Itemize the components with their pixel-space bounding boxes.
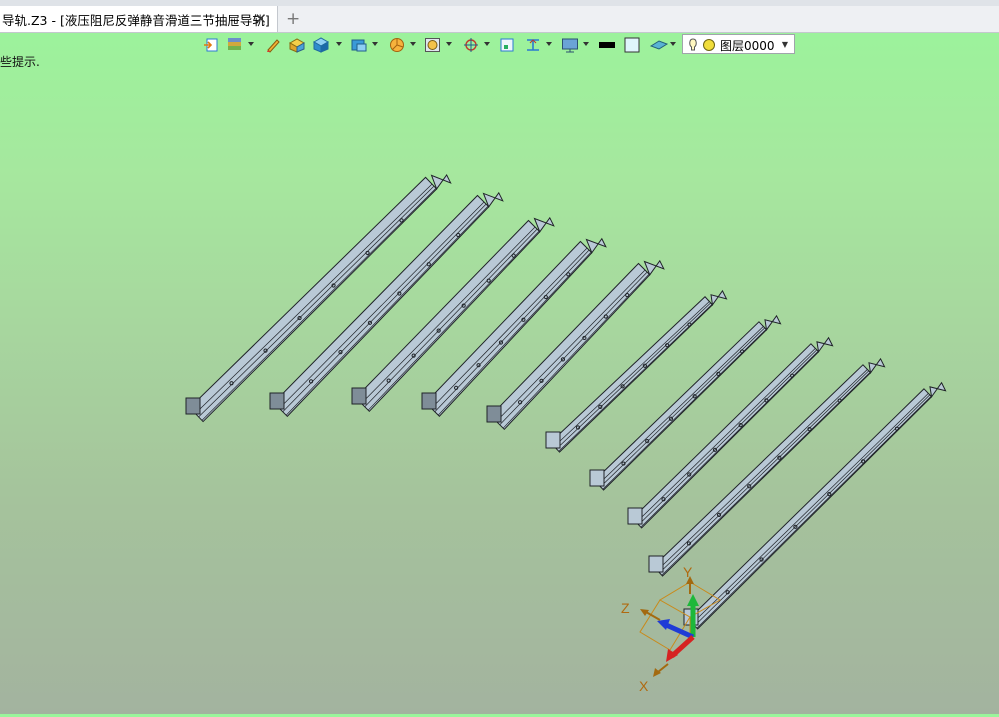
pie-filter-icon[interactable] xyxy=(386,34,408,56)
x-axis-label: X xyxy=(639,678,649,694)
render-icon[interactable] xyxy=(348,34,370,56)
chevron-down-icon[interactable] xyxy=(670,42,676,46)
chevron-down-icon[interactable] xyxy=(546,42,552,46)
solid-cube-icon[interactable] xyxy=(310,34,332,56)
chevron-down-icon[interactable] xyxy=(248,42,254,46)
pen-icon[interactable] xyxy=(262,34,284,56)
chevron-down-icon[interactable] xyxy=(446,42,452,46)
rail-group xyxy=(185,173,947,630)
chevron-down-icon[interactable] xyxy=(336,42,342,46)
line-color-icon[interactable] xyxy=(596,34,618,56)
dimension-icon[interactable] xyxy=(522,34,544,56)
bulb-icon xyxy=(689,38,715,51)
close-icon[interactable]: ✕ xyxy=(254,10,267,28)
import-icon[interactable] xyxy=(200,34,222,56)
chevron-down-icon: ▼ xyxy=(781,40,788,49)
drawer-rail[interactable] xyxy=(545,289,728,453)
drawer-rail[interactable] xyxy=(486,259,665,431)
layer-manager-icon[interactable] xyxy=(224,34,246,56)
x-axis-arrow xyxy=(670,635,695,658)
fill-color-icon[interactable] xyxy=(621,34,643,56)
document-tab[interactable]: 导轨.Z3 - [液压阻尼反弹静音滑道三节抽屉导轨] ✕ xyxy=(0,6,278,32)
3d-viewport[interactable]: Y Z X xyxy=(0,60,999,714)
chevron-down-icon[interactable] xyxy=(583,42,589,46)
frame-icon[interactable] xyxy=(496,34,518,56)
plane-icon[interactable] xyxy=(648,34,670,56)
snap-target-icon[interactable] xyxy=(460,34,482,56)
layer-select[interactable]: 图层0000 ▼ xyxy=(682,34,795,54)
new-tab-button[interactable]: + xyxy=(286,9,300,29)
quick-toolbar: 图层0000 ▼ xyxy=(198,34,798,56)
chevron-down-icon[interactable] xyxy=(410,42,416,46)
view-icon[interactable] xyxy=(422,34,444,56)
y-axis-label: Y xyxy=(683,564,693,580)
solid-yellow-icon[interactable] xyxy=(286,34,308,56)
coordinate-triad: Y Z X xyxy=(621,564,721,694)
z-axis-label: Z xyxy=(621,600,630,616)
scene-canvas[interactable]: Y Z X xyxy=(0,60,999,714)
tab-bar: 导轨.Z3 - [液压阻尼反弹静音滑道三节抽屉导轨] ✕ + xyxy=(0,6,999,33)
document-tab-title: 导轨.Z3 - [液压阻尼反弹静音滑道三节抽屉导轨] xyxy=(2,12,270,28)
chevron-down-icon[interactable] xyxy=(372,42,378,46)
layer-name: 图层0000 xyxy=(720,39,775,53)
chevron-down-icon[interactable] xyxy=(484,42,490,46)
display-icon[interactable] xyxy=(559,34,581,56)
